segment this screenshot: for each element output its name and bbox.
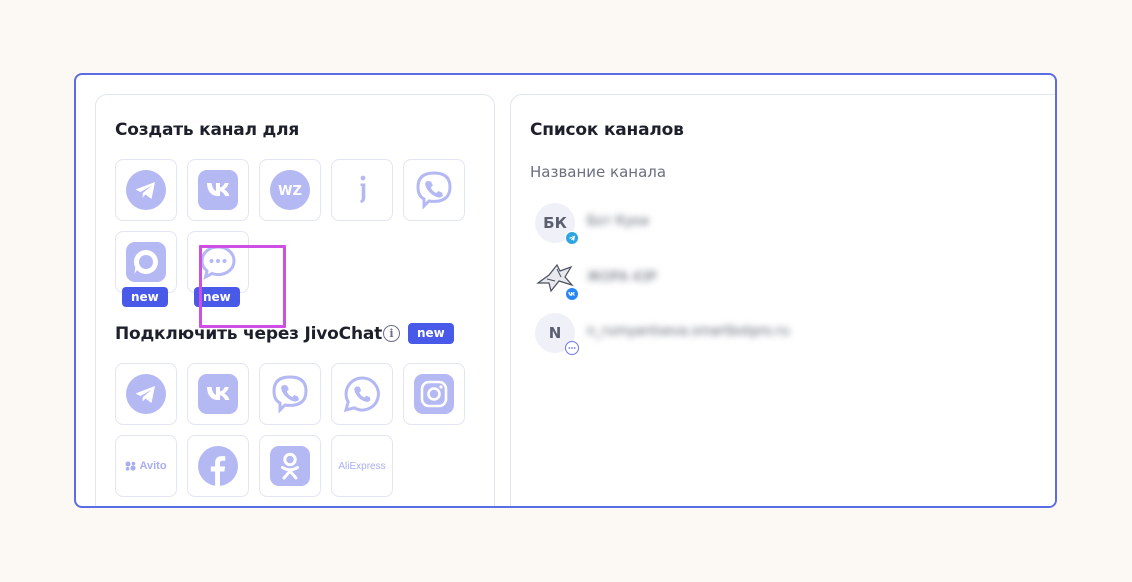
avito-label: Avito bbox=[139, 460, 167, 472]
avito-icon: Avito bbox=[125, 460, 167, 472]
viber-icon bbox=[416, 171, 452, 210]
wazzup-icon: WZ bbox=[270, 170, 310, 210]
chat-widget-icon bbox=[200, 245, 236, 280]
create-channel-panel: Создать канал для WZ new new Подключить … bbox=[95, 94, 495, 506]
vk-icon bbox=[565, 287, 579, 301]
jivo-instagram-tile[interactable] bbox=[403, 363, 465, 425]
jivo-odnoklassniki-tile[interactable] bbox=[259, 435, 321, 497]
jivo-icon bbox=[360, 175, 366, 203]
jivo-section-title: Подключить через JivoChat bbox=[115, 324, 383, 344]
aliexpress-icon: AliExpress bbox=[338, 460, 386, 472]
facebook-icon bbox=[198, 446, 238, 486]
channel-row[interactable]: ЖОРА 43Р bbox=[535, 259, 1035, 303]
telegram-icon bbox=[126, 170, 166, 210]
jivo-vk-tile[interactable] bbox=[187, 363, 249, 425]
create-wazzup-tile[interactable]: WZ bbox=[259, 159, 321, 221]
channel-list-title: Список каналов bbox=[530, 120, 684, 140]
jivo-avito-tile[interactable]: Avito bbox=[115, 435, 177, 497]
channel-name: Бот Куки bbox=[587, 214, 649, 229]
svg-text:WZ: WZ bbox=[278, 184, 302, 199]
info-icon[interactable]: i bbox=[383, 325, 400, 342]
channel-list-panel: Список каналов Название канала БК Бот Ку… bbox=[510, 94, 1055, 506]
telegram-icon bbox=[126, 374, 166, 414]
jivo-viber-tile[interactable] bbox=[259, 363, 321, 425]
create-viber-tile[interactable] bbox=[403, 159, 465, 221]
vk-icon bbox=[198, 374, 238, 414]
jivo-new-badge: new bbox=[408, 323, 454, 344]
create-chat-widget-tile[interactable] bbox=[187, 231, 249, 293]
chat-widget-icon bbox=[565, 341, 579, 355]
telegram-icon bbox=[565, 231, 579, 245]
create-telegram-tile[interactable] bbox=[115, 159, 177, 221]
channel-row[interactable]: БК Бот Куки bbox=[535, 203, 1035, 247]
channel-name: ЖОРА 43Р bbox=[587, 270, 657, 285]
channel-name: n_rumyantseva.smartbotpro.ru bbox=[587, 324, 790, 339]
viber-icon bbox=[272, 375, 308, 414]
max-new-badge: new bbox=[122, 287, 168, 307]
chat-widget-new-badge: new bbox=[194, 287, 240, 307]
create-vk-tile[interactable] bbox=[187, 159, 249, 221]
vk-icon bbox=[198, 170, 238, 210]
create-channel-title: Создать канал для bbox=[115, 120, 300, 140]
jivo-facebook-tile[interactable] bbox=[187, 435, 249, 497]
create-jivo-tile[interactable] bbox=[331, 159, 393, 221]
odnoklassniki-icon bbox=[270, 446, 310, 486]
column-header-channel-name: Название канала bbox=[530, 163, 667, 181]
instagram-icon bbox=[414, 374, 454, 414]
jivo-aliexpress-tile[interactable]: AliExpress bbox=[331, 435, 393, 497]
jivo-whatsapp-tile[interactable] bbox=[331, 363, 393, 425]
max-messenger-icon bbox=[126, 242, 166, 282]
jivo-telegram-tile[interactable] bbox=[115, 363, 177, 425]
whatsapp-icon bbox=[343, 376, 380, 413]
channel-row[interactable]: N n_rumyantseva.smartbotpro.ru bbox=[535, 313, 1035, 357]
channels-settings-frame: Создать канал для WZ new new Подключить … bbox=[74, 73, 1057, 508]
create-max-tile[interactable] bbox=[115, 231, 177, 293]
